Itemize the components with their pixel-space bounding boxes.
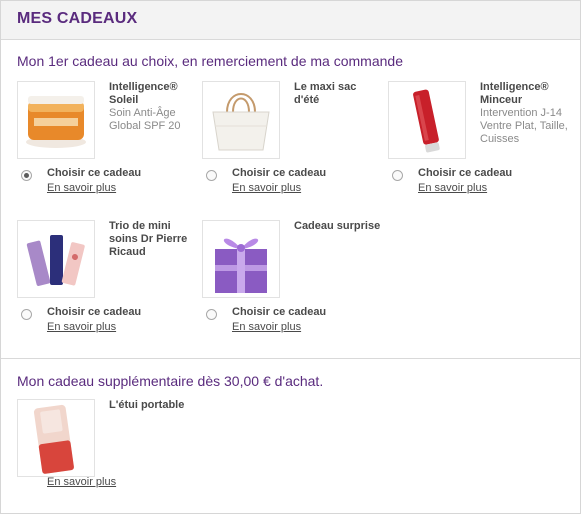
- gift-image-minceur: [388, 81, 466, 159]
- section1-title: Mon 1er cadeau au choix, en remerciement…: [17, 53, 403, 69]
- gifts-header: MES CADEAUX: [1, 1, 580, 40]
- gift-image-sac: [202, 81, 280, 159]
- more-info-link[interactable]: En savoir plus: [418, 182, 487, 194]
- gift-name: L'étui portable: [109, 399, 185, 411]
- gift-item-trio: Trio de mini soins Dr Pierre Ricaud Choi…: [17, 220, 199, 348]
- gift-desc: Soin Anti-Âge Global SPF 20: [109, 107, 181, 132]
- more-info-link[interactable]: En savoir plus: [232, 321, 301, 333]
- gift-name: Trio de mini soins Dr Pierre Ricaud: [109, 220, 188, 258]
- gift-radio-minceur[interactable]: [392, 170, 403, 181]
- gift-name: Cadeau surprise: [294, 220, 381, 232]
- gift-image-etui: [17, 399, 95, 477]
- choose-gift-label[interactable]: Choisir ce cadeau: [232, 167, 326, 179]
- more-info-link[interactable]: En savoir plus: [47, 182, 116, 194]
- gift-item-surprise: Cadeau surprise Choisir ce cadeau En sav…: [202, 220, 384, 348]
- gift-item-minceur: Intelligence® Minceur Intervention J-14 …: [388, 81, 570, 209]
- gift-item-soleil: Intelligence® Soleil Soin Anti-Âge Globa…: [17, 81, 199, 209]
- section-divider: [1, 358, 580, 359]
- gifts-panel: MES CADEAUX Mon 1er cadeau au choix, en …: [0, 0, 581, 514]
- gift-desc: Intervention J-14 Ventre Plat, Taille, C…: [480, 107, 568, 145]
- more-info-link[interactable]: En savoir plus: [47, 476, 116, 488]
- gift-item-etui: L'étui portable En savoir plus: [17, 399, 199, 527]
- gift-radio-sac[interactable]: [206, 170, 217, 181]
- gift-radio-soleil[interactable]: [21, 170, 32, 181]
- choose-gift-label[interactable]: Choisir ce cadeau: [232, 306, 326, 318]
- choose-gift-label[interactable]: Choisir ce cadeau: [47, 167, 141, 179]
- gift-name: Le maxi sac d'été: [294, 81, 357, 106]
- gift-image-surprise: [202, 220, 280, 298]
- gift-name: Intelligence® Soleil: [109, 81, 178, 106]
- choose-gift-label[interactable]: Choisir ce cadeau: [418, 167, 512, 179]
- more-info-link[interactable]: En savoir plus: [232, 182, 301, 194]
- more-info-link[interactable]: En savoir plus: [47, 321, 116, 333]
- gift-item-sac: Le maxi sac d'été Choisir ce cadeau En s…: [202, 81, 384, 209]
- gift-image-soleil: [17, 81, 95, 159]
- gift-radio-trio[interactable]: [21, 309, 32, 320]
- choose-gift-label[interactable]: Choisir ce cadeau: [47, 306, 141, 318]
- gift-image-trio: [17, 220, 95, 298]
- gift-name: Intelligence® Minceur: [480, 81, 549, 106]
- section2-title: Mon cadeau supplémentaire dès 30,00 € d'…: [17, 373, 324, 389]
- page-title: MES CADEAUX: [17, 10, 138, 27]
- gift-radio-surprise[interactable]: [206, 309, 217, 320]
